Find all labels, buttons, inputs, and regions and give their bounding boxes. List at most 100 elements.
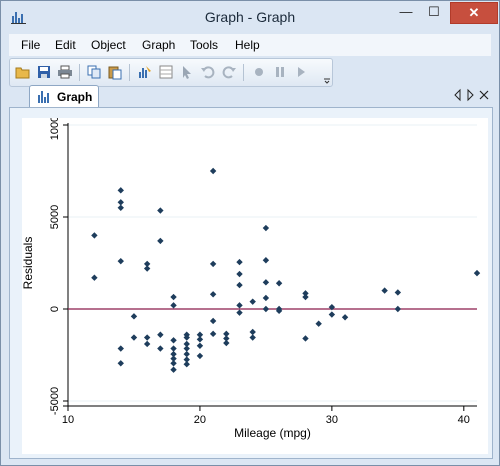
y-axis-title: Residuals	[22, 237, 35, 290]
data-point	[236, 270, 243, 278]
data-editor-icon[interactable]	[158, 64, 174, 80]
scatter-chart: -5000 0 5000 10000 10 20 30 40 Mileage (mpg) Resi…	[21, 110, 481, 440]
data-point	[394, 289, 402, 296]
tab-scroll-left-icon[interactable]	[453, 88, 463, 102]
data-point	[157, 207, 164, 214]
data-point	[91, 274, 98, 281]
data-point	[143, 334, 151, 341]
data-point	[262, 257, 270, 264]
x-tick-label: 10	[62, 414, 74, 426]
data-point	[236, 302, 243, 309]
data-point	[117, 187, 124, 194]
data-point	[209, 291, 217, 298]
data-point	[236, 309, 243, 316]
data-point	[143, 265, 151, 272]
toolbar-separator	[243, 64, 244, 81]
data-point	[183, 361, 190, 368]
data-point	[236, 258, 243, 266]
data-point	[117, 345, 124, 352]
data-point	[170, 360, 177, 367]
data-point	[209, 330, 217, 338]
y-tick-label: 0	[49, 306, 61, 312]
data-point	[117, 199, 124, 206]
menu-file[interactable]: File	[21, 38, 40, 52]
data-point	[328, 311, 336, 318]
graph-tab-icon	[38, 91, 49, 103]
data-point	[262, 294, 270, 302]
redo-icon[interactable]	[221, 64, 237, 80]
close-button[interactable]: ✕	[450, 2, 498, 24]
paste-icon[interactable]	[107, 64, 123, 80]
tab-scroll-right-icon[interactable]	[465, 88, 475, 102]
data-point	[302, 335, 309, 342]
title-bar[interactable]: Graph - Graph — ☐ ✕	[1, 1, 499, 33]
data-point	[341, 314, 349, 321]
graph-editor-icon[interactable]	[137, 64, 153, 80]
application-window: Graph - Graph — ☐ ✕ File Edit Object Gra…	[0, 0, 500, 466]
menu-bar: File Edit Object Graph Tools Help	[9, 34, 491, 56]
data-point	[209, 260, 217, 268]
tab-graph[interactable]: Graph	[29, 85, 99, 108]
data-point	[262, 279, 270, 286]
data-point	[196, 352, 204, 360]
toolbar-separator	[129, 64, 130, 81]
data-point	[473, 269, 481, 277]
open-folder-icon[interactable]	[15, 64, 31, 80]
pause-icon[interactable]	[272, 64, 288, 80]
graph-window-content: -5000 0 5000 10000 10 20 30 40 Mileage (mpg) Resi…	[9, 107, 493, 459]
toolbar-overflow-chevron-icon[interactable]	[323, 65, 331, 85]
data-point	[223, 339, 230, 347]
data-point	[249, 334, 256, 341]
data-point	[143, 340, 151, 348]
x-axis-title: Mileage (mpg)	[234, 426, 311, 440]
x-tick-label: 20	[194, 414, 206, 426]
data-point	[170, 345, 177, 352]
data-point	[130, 313, 138, 320]
y-tick-label: 5000	[49, 205, 61, 229]
data-point	[170, 337, 177, 344]
data-point	[157, 345, 164, 352]
data-point	[183, 345, 190, 352]
undo-icon[interactable]	[200, 64, 216, 80]
pointer-icon[interactable]	[179, 64, 195, 80]
data-point	[196, 336, 204, 343]
x-tick-label: 30	[326, 414, 338, 426]
toolbar	[9, 58, 333, 87]
data-point	[209, 167, 217, 175]
data-point	[183, 350, 190, 358]
menu-graph[interactable]: Graph	[142, 38, 175, 52]
data-point	[117, 360, 124, 367]
tab-graph-label: Graph	[57, 90, 93, 104]
print-icon[interactable]	[57, 64, 73, 80]
data-point	[262, 224, 270, 232]
play-icon[interactable]	[293, 64, 309, 80]
data-point	[209, 317, 217, 325]
data-point	[262, 305, 270, 313]
data-point	[236, 281, 243, 289]
data-point	[170, 293, 177, 301]
save-icon[interactable]	[36, 64, 52, 80]
y-tick-label: 10000	[49, 118, 61, 140]
maximize-button[interactable]: ☐	[421, 2, 447, 22]
data-point	[394, 305, 402, 313]
data-point	[91, 232, 98, 239]
data-point	[157, 331, 164, 338]
graph-canvas[interactable]: -5000 0 5000 10000 10 20 30 40 Mileage (mpg) Resi…	[21, 110, 488, 454]
data-point	[196, 342, 204, 349]
data-point	[315, 320, 322, 327]
menu-tools[interactable]: Tools	[190, 38, 218, 52]
data-point	[117, 257, 124, 265]
data-point	[381, 287, 388, 294]
record-icon[interactable]	[251, 64, 267, 80]
data-point	[249, 328, 256, 336]
y-tick-label: -5000	[49, 387, 61, 415]
menu-object[interactable]: Object	[91, 38, 126, 52]
data-point	[249, 298, 256, 305]
tab-close-icon[interactable]	[478, 88, 490, 102]
toolbar-separator	[79, 64, 80, 81]
menu-help[interactable]: Help	[235, 38, 260, 52]
menu-edit[interactable]: Edit	[55, 38, 76, 52]
minimize-button[interactable]: —	[393, 2, 419, 22]
data-point	[170, 302, 177, 309]
copy-icon[interactable]	[86, 64, 102, 80]
